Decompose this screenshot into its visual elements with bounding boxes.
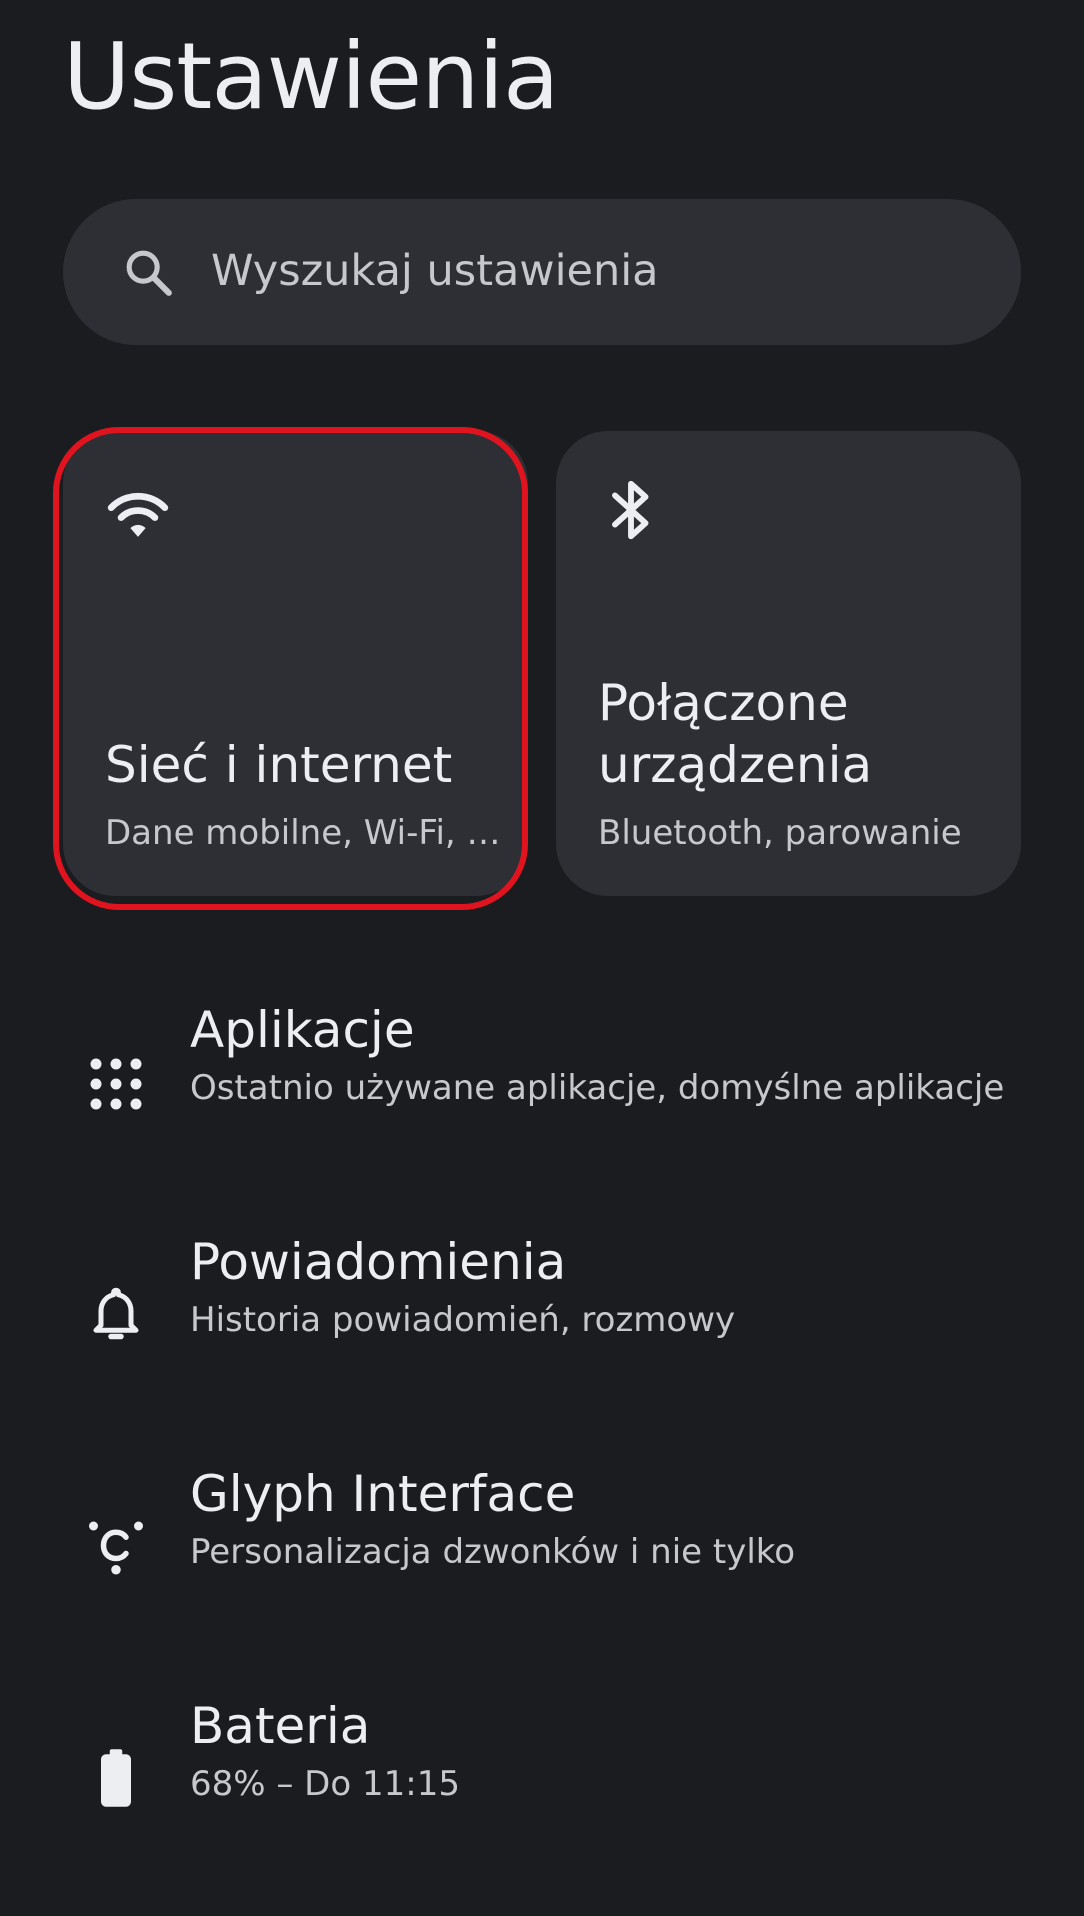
list-item-glyph-interface[interactable]: Glyph Interface Personalizacja dzwonków … [0,1404,1084,1636]
tile-title-line: urządzenia [598,736,873,794]
bell-icon [93,1287,139,1340]
list-item-apps[interactable]: Aplikacje Ostatnio używane aplikacje, do… [0,940,1084,1172]
battery-icon [101,1749,131,1807]
search-input[interactable]: Wyszukaj ustawienia [211,247,659,295]
tile-title: Połączone urządzenia [598,672,872,796]
tile-connected-devices[interactable]: Połączone urządzenia Bluetooth, parowani… [556,431,1021,896]
list-item-title: Glyph Interface [190,1465,576,1523]
tile-network-internet[interactable]: Sieć i internet Dane mobilne, Wi-Fi, … [63,431,528,896]
page-title: Ustawienia [63,23,559,130]
list-item-title: Bateria [190,1697,371,1755]
list-item-subtitle: Personalizacja dzwonków i nie tylko [190,1532,796,1572]
apps-grid-icon [90,1058,142,1110]
wifi-icon [107,492,169,537]
list-item-subtitle: 68% – Do 11:15 [190,1764,460,1804]
search-icon [126,250,172,296]
tile-title-line: Połączone [598,674,849,732]
list-item-notifications[interactable]: Powiadomienia Historia powiadomień, rozm… [0,1172,1084,1404]
tile-subtitle: Bluetooth, parowanie [598,813,962,854]
search-bar[interactable]: Wyszukaj ustawienia [63,199,1021,345]
list-item-title: Powiadomienia [190,1233,567,1291]
bluetooth-icon [612,480,649,540]
tile-subtitle: Dane mobilne, Wi-Fi, … [105,813,501,854]
tile-title: Sieć i internet [105,736,453,794]
settings-screen: Ustawienia Wyszukaj ustawienia Sieć i in… [0,0,1084,1916]
list-item-title: Aplikacje [190,1001,415,1059]
list-item-subtitle: Ostatnio używane aplikacje, domyślne apl… [190,1068,1005,1108]
list-item-subtitle: Historia powiadomień, rozmowy [190,1300,736,1340]
glyph-icon [89,1521,143,1575]
list-item-battery[interactable]: Bateria 68% – Do 11:15 [0,1636,1084,1868]
